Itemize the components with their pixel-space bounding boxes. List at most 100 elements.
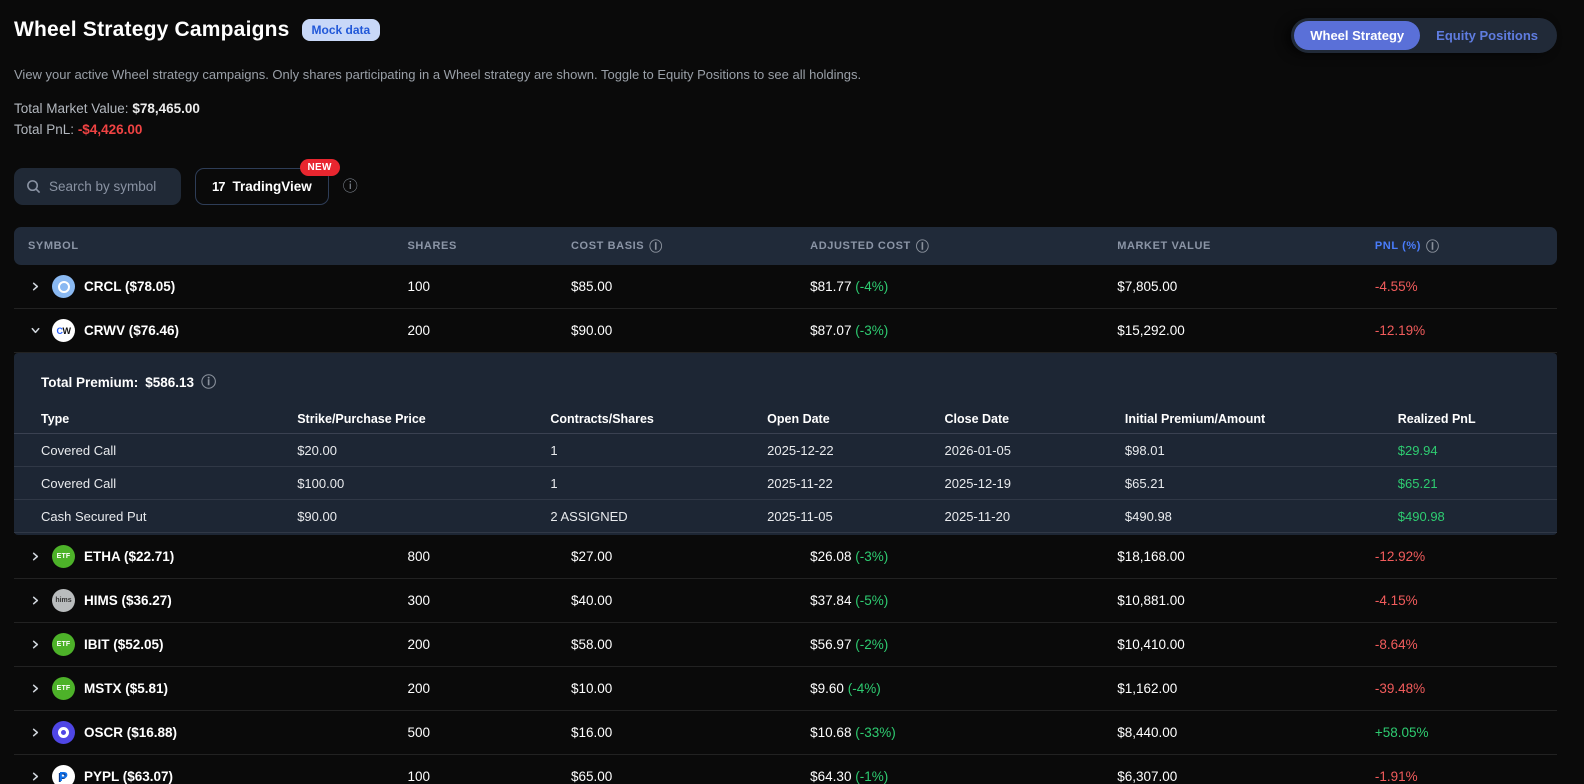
new-badge: NEW	[300, 159, 340, 176]
tradingview-info-icon[interactable]: ⓘ	[343, 179, 358, 194]
symbol-search[interactable]	[14, 168, 181, 205]
mstx-etf-logo-icon: ETF	[52, 677, 75, 700]
hims-logo-icon: hims	[52, 589, 75, 612]
campaign-initial-premium-cell: $65.21	[1125, 476, 1398, 491]
campaign-open-date-cell: 2025-11-05	[767, 509, 944, 524]
column-header-market-value: MARKET VALUE	[1117, 240, 1375, 252]
campaign-strike-cell: $20.00	[297, 443, 550, 458]
crcl-logo-icon	[52, 275, 75, 298]
table-row-crcl[interactable]: CRCL ($78.05)100$85.00$81.77 (-4%)$7,805…	[14, 265, 1557, 309]
toggle-option-wheel-strategy[interactable]: Wheel Strategy	[1294, 21, 1420, 50]
ring-shape	[58, 727, 69, 738]
expand-toggle[interactable]	[27, 725, 43, 741]
campaign-contracts-cell: 2 ASSIGNED	[550, 509, 767, 524]
table-row-ibit[interactable]: ETFIBIT ($52.05)200$58.00$56.97 (-2%)$10…	[14, 623, 1557, 667]
search-input[interactable]	[49, 179, 169, 194]
table-row-mstx[interactable]: ETFMSTX ($5.81)200$10.00$9.60 (-4%)$1,16…	[14, 667, 1557, 711]
expand-toggle[interactable]	[27, 637, 43, 653]
pnl-cell: -4.55%	[1375, 279, 1557, 294]
campaign-strike-cell: $90.00	[297, 509, 550, 524]
expand-toggle[interactable]	[27, 323, 43, 339]
campaign-column-header-open-date: Open Date	[767, 412, 944, 426]
campaign-type-cell: Covered Call	[41, 476, 297, 491]
column-header-label: ADJUSTED COST	[810, 240, 911, 252]
adjusted-cost-percent: (-4%)	[855, 279, 888, 294]
adjusted-cost-value: $37.84	[810, 593, 855, 608]
adjusted-cost-cell: $9.60 (-4%)	[810, 681, 1117, 696]
expand-toggle[interactable]	[27, 279, 43, 295]
table-row-etha[interactable]: ETFETHA ($22.71)800$27.00$26.08 (-3%)$18…	[14, 535, 1557, 579]
shares-cell: 100	[407, 279, 571, 294]
symbol-cell: ETFETHA ($22.71)	[14, 545, 407, 568]
adjusted-cost-percent: (-5%)	[855, 593, 888, 608]
campaign-close-date-cell: 2026-01-05	[945, 443, 1125, 458]
campaign-initial-premium-cell: $98.01	[1125, 443, 1398, 458]
cost-basis-cell: $40.00	[571, 593, 810, 608]
tradingview-button[interactable]: 17 TradingView NEW	[195, 168, 329, 205]
adjusted-cost-percent: (-3%)	[855, 323, 888, 338]
symbol-cell: ETFIBIT ($52.05)	[14, 633, 407, 656]
column-header-label: MARKET VALUE	[1117, 240, 1211, 252]
table-row-crwv[interactable]: CWCRWV ($76.46)200$90.00$87.07 (-3%)$15,…	[14, 309, 1557, 353]
cost-basis-cell: $65.00	[571, 769, 810, 784]
column-header-label: COST BASIS	[571, 240, 644, 252]
expand-toggle[interactable]	[27, 593, 43, 609]
chevron-right-icon[interactable]	[30, 639, 41, 650]
info-icon[interactable]: ⓘ	[1426, 240, 1440, 253]
symbol-cell: CRCL ($78.05)	[14, 275, 407, 298]
symbol-label: CRWV ($76.46)	[84, 323, 179, 338]
adjusted-cost-cell: $56.97 (-2%)	[810, 637, 1117, 652]
expanded-campaign-panel: Total Premium:$586.13ⓘTypeStrike/Purchas…	[14, 353, 1557, 535]
cost-basis-cell: $16.00	[571, 725, 810, 740]
campaign-column-header-contracts-shares: Contracts/Shares	[550, 412, 767, 426]
symbol-cell: PPYPL ($63.07)	[14, 765, 407, 784]
info-icon[interactable]: ⓘ	[649, 240, 663, 253]
market-value-cell: $1,162.00	[1117, 681, 1375, 696]
market-value-cell: $15,292.00	[1117, 323, 1375, 338]
column-header-label: SYMBOL	[28, 240, 79, 252]
expand-toggle[interactable]	[27, 681, 43, 697]
crwv-logo-icon: CW	[52, 319, 75, 342]
market-value-cell: $18,168.00	[1117, 549, 1375, 564]
chevron-right-icon[interactable]	[30, 281, 41, 292]
column-header-symbol: SYMBOL	[14, 240, 407, 252]
symbol-cell: himsHIMS ($36.27)	[14, 589, 407, 612]
table-row-oscr[interactable]: OSCR ($16.88)500$16.00$10.68 (-33%)$8,44…	[14, 711, 1557, 755]
chevron-right-icon[interactable]	[30, 551, 41, 562]
chevron-right-icon[interactable]	[30, 683, 41, 694]
total-market-value: Total Market Value: $78,465.00	[14, 98, 1557, 119]
expand-toggle[interactable]	[27, 769, 43, 784]
pypl-logo-icon: P	[52, 765, 75, 784]
column-header-shares: SHARES	[407, 240, 571, 252]
tradingview-logo-icon: 17	[212, 179, 224, 194]
shares-cell: 200	[407, 681, 571, 696]
pnl-cell: -12.19%	[1375, 323, 1557, 338]
info-icon[interactable]: ⓘ	[916, 240, 930, 253]
tradingview-label: TradingView	[232, 179, 311, 194]
toggle-option-equity-positions[interactable]: Equity Positions	[1420, 21, 1554, 50]
table-row-hims[interactable]: himsHIMS ($36.27)300$40.00$37.84 (-5%) $1…	[14, 579, 1557, 623]
shares-cell: 300	[407, 593, 571, 608]
total-premium-label: Total Premium:	[41, 375, 138, 390]
symbol-label: OSCR ($16.88)	[84, 725, 177, 740]
market-value-cell: $10,881.00	[1117, 593, 1375, 608]
chevron-right-icon[interactable]	[30, 771, 41, 782]
expand-toggle[interactable]	[27, 549, 43, 565]
cost-basis-cell: $90.00	[571, 323, 810, 338]
campaign-realized-pnl-cell: $65.21	[1398, 476, 1557, 491]
total-premium: Total Premium:$586.13ⓘ	[14, 369, 1557, 404]
campaign-strike-cell: $100.00	[297, 476, 550, 491]
campaign-column-header-close-date: Close Date	[945, 412, 1125, 426]
adjusted-cost-value: $64.30	[810, 769, 855, 784]
total-premium-info-icon[interactable]: ⓘ	[201, 375, 216, 390]
campaign-contracts-cell: 1	[550, 476, 767, 491]
total-pnl: Total PnL: -$4,426.00	[14, 119, 1557, 140]
table-row-pypl[interactable]: PPYPL ($63.07)100$65.00$64.30 (-1%)$6,30…	[14, 755, 1557, 784]
chevron-right-icon[interactable]	[30, 727, 41, 738]
page-header: Wheel Strategy Campaigns Mock data Wheel…	[14, 0, 1557, 53]
market-value-cell: $6,307.00	[1117, 769, 1375, 784]
adjusted-cost-percent: (-1%)	[855, 769, 888, 784]
adjusted-cost-percent: (-33%)	[855, 725, 896, 740]
chevron-down-icon[interactable]	[30, 325, 41, 336]
chevron-right-icon[interactable]	[30, 595, 41, 606]
